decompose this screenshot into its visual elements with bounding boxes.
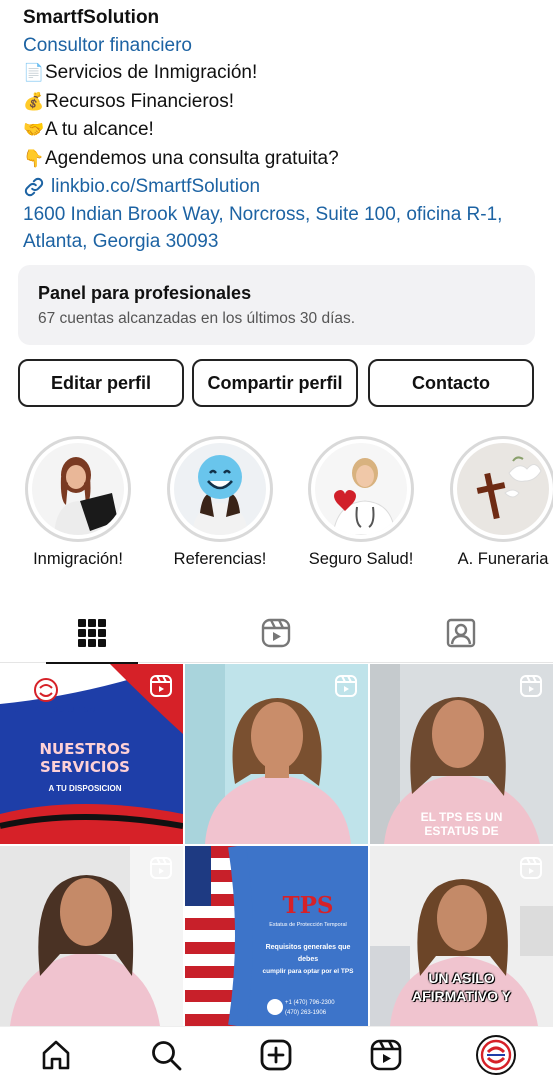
highlight-funeraria[interactable]: A. Funeraria (433, 436, 553, 569)
highlight-ring (25, 436, 131, 542)
nav-profile[interactable] (476, 1035, 516, 1075)
bottom-navigation (0, 1026, 553, 1080)
reel-badge-icon (520, 857, 542, 879)
highlight-seguro-salud[interactable]: Seguro Salud! (291, 436, 431, 569)
highlight-referencias[interactable]: Referencias! (150, 436, 290, 569)
profile-link-text[interactable]: linkbio.co/SmartfSolution (51, 173, 260, 201)
post-tps-phone1: +1 (470) 796-2300 (285, 1000, 335, 1006)
post-caption-line2: ESTATUS DE (424, 824, 499, 838)
create-icon (260, 1039, 292, 1071)
reels-icon (370, 1039, 402, 1071)
highlight-label: Referencias! (173, 550, 267, 568)
post-video-woman-2[interactable] (0, 846, 183, 1026)
contact-button[interactable]: Contacto (368, 359, 534, 407)
reels-icon (261, 618, 291, 648)
nav-create[interactable] (256, 1035, 296, 1075)
profile-name: SmartfSolution (23, 7, 160, 28)
post-tps-phone2: (470) 263-1906 (285, 1010, 327, 1016)
edit-profile-button[interactable]: Editar perfil (18, 359, 184, 407)
highlight-label: A. Funeraria (457, 550, 549, 568)
dashboard-subtitle: 67 cuentas alcanzadas en los últimos 30 … (38, 310, 356, 327)
professional-dashboard[interactable]: Panel para profesionales 67 cuentas alca… (18, 265, 535, 345)
home-icon (42, 1040, 70, 1070)
post-title-line2: SERVICIOS (40, 758, 130, 776)
post-tps-body-line2: debes (297, 956, 319, 963)
highlight-label: Seguro Salud! (308, 550, 414, 568)
highlight-ring (450, 436, 553, 542)
post-tps-title: TPS (282, 892, 334, 919)
post-video-tps-caption[interactable]: EL TPS ES UN ESTATUS DE (370, 664, 553, 844)
post-video-asilo-caption[interactable]: UN ASILO AFIRMATIVO Y (370, 846, 553, 1026)
nav-home[interactable] (36, 1035, 76, 1075)
post-brand-text: SMART F SOLUTION (14, 705, 96, 714)
highlight-cover-smiley-face (174, 443, 266, 535)
post-tps-subtitle: Estatus de Protección Temporal (269, 922, 347, 928)
bio-line: 🤝A tu alcance! (23, 116, 538, 145)
tab-tagged[interactable] (369, 603, 553, 663)
search-icon (152, 1041, 182, 1071)
highlight-cover-woman-with-folder (32, 443, 124, 535)
highlight-ring (308, 436, 414, 542)
post-tps-body-line3: cumplir para optar por el TPS (262, 968, 354, 975)
post-caption-line2: AFIRMATIVO Y (411, 988, 512, 1004)
highlight-label: Inmigración! (33, 550, 123, 568)
share-profile-button[interactable]: Compartir perfil (192, 359, 358, 407)
profile-tabs (0, 603, 553, 664)
highlight-inmigracion[interactable]: Inmigración! (8, 436, 148, 569)
highlight-cover-cross-and-lilies (457, 443, 549, 535)
pointing-down-emoji-icon: 👇 (23, 148, 45, 169)
tagged-icon (446, 618, 476, 648)
profile-bio: SmartfSolution Consultor financiero 📄Ser… (23, 4, 538, 256)
handshake-emoji-icon: 🤝 (23, 120, 45, 140)
profile-address[interactable]: 1600 Indian Brook Way, Norcross, Suite 1… (23, 201, 538, 256)
post-tps-graphic[interactable]: TPS Estatus de Protección Temporal Requi… (185, 846, 368, 1026)
highlight-cover-doctor-with-heart (315, 443, 407, 535)
tab-posts-grid[interactable] (0, 603, 184, 664)
reel-badge-icon (150, 675, 172, 697)
reel-badge-icon (150, 857, 172, 879)
profile-avatar (476, 1035, 516, 1075)
post-caption-line1: EL TPS ES UN (420, 810, 503, 824)
story-highlights: Inmigración! Referencias! Seguro Salud! … (0, 436, 553, 576)
grid-icon (78, 619, 106, 647)
tab-reels[interactable] (184, 603, 368, 663)
bio-line: 📄Servicios de Inmigración! (23, 59, 538, 88)
bio-line: 👇Agendemos una consulta gratuita? (23, 145, 538, 174)
link-icon (24, 177, 44, 196)
dashboard-title: Panel para profesionales (38, 283, 252, 303)
post-caption-line1: UN ASILO (428, 970, 495, 986)
post-title-line1: NUESTROS (39, 740, 131, 758)
nav-search[interactable] (146, 1035, 186, 1075)
post-subtitle: A TU DISPOSICION (48, 784, 122, 793)
post-services-graphic[interactable]: SMART F SOLUTION NUESTROS SERVICIOS A TU… (0, 664, 183, 844)
post-tps-body-line1: Requisitos generales que (265, 944, 351, 951)
reel-badge-icon (335, 675, 357, 697)
bio-line: 💰Recursos Financieros! (23, 88, 538, 117)
highlight-ring (167, 436, 273, 542)
nav-reels[interactable] (366, 1035, 406, 1075)
document-emoji-icon: 📄 (23, 63, 45, 83)
reel-badge-icon (520, 675, 542, 697)
posts-grid: SMART F SOLUTION NUESTROS SERVICIOS A TU… (0, 664, 553, 1026)
money-bag-emoji-icon: 💰 (23, 91, 45, 112)
profile-category[interactable]: Consultor financiero (23, 32, 538, 60)
profile-link[interactable]: linkbio.co/SmartfSolution (23, 173, 538, 201)
post-video-woman[interactable] (185, 664, 368, 844)
